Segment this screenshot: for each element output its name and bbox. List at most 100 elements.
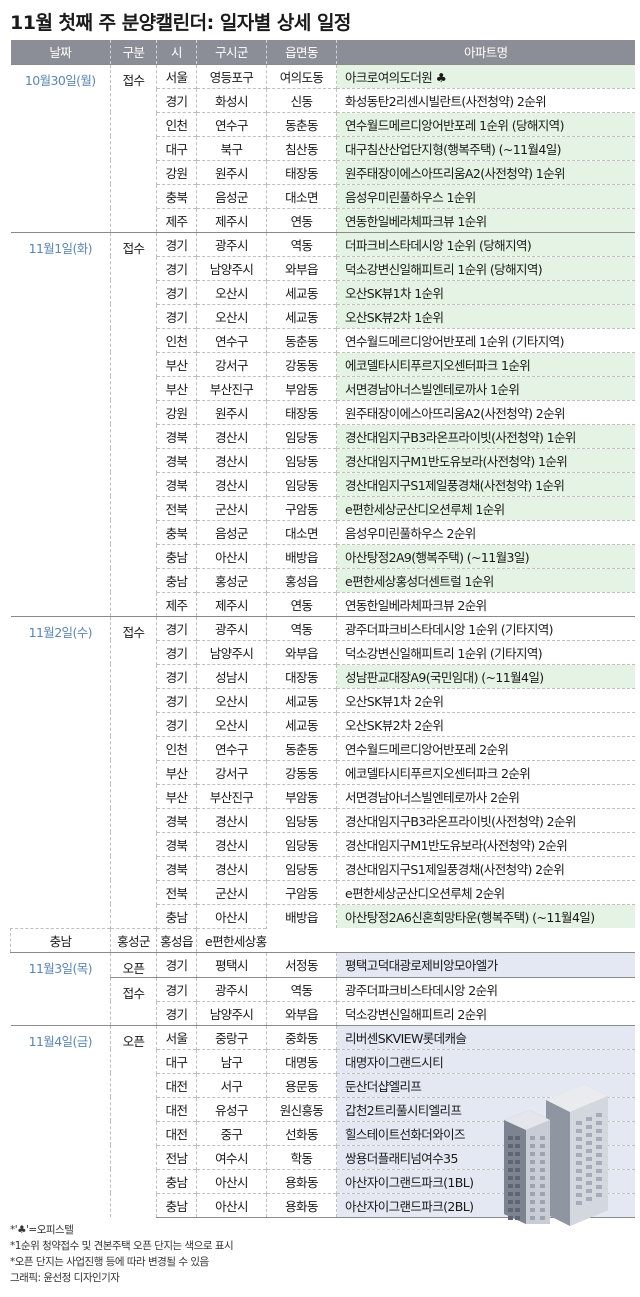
window bbox=[540, 1144, 545, 1148]
apartment-cell: 경산대임지구M1반도유보라(사전청약) 1순위 bbox=[336, 447, 635, 472]
city-cell: 원주시 bbox=[196, 399, 267, 424]
town-cell: 연동 bbox=[266, 591, 337, 616]
town-cell: 대소면 bbox=[266, 519, 337, 544]
window bbox=[530, 1184, 535, 1188]
town-cell: 학동 bbox=[266, 1144, 337, 1169]
window bbox=[596, 1185, 602, 1189]
type-cell: 접수 bbox=[110, 615, 157, 928]
type-cell: 오픈 bbox=[110, 951, 157, 977]
city-cell: 군산시 bbox=[196, 495, 267, 520]
window bbox=[530, 1200, 535, 1204]
date-cell: 11월3일(목) bbox=[10, 951, 111, 1025]
city-cell: 경산시 bbox=[196, 471, 267, 496]
town-cell: 용화동 bbox=[266, 1192, 337, 1218]
town-cell: 태장동 bbox=[266, 159, 337, 184]
province-cell: 강원 bbox=[156, 399, 197, 424]
window bbox=[515, 1168, 520, 1172]
province-cell: 경북 bbox=[156, 855, 197, 880]
city-cell: 오산시 bbox=[196, 279, 267, 304]
town-cell: 역동 bbox=[266, 615, 337, 640]
window bbox=[576, 1121, 582, 1125]
apartment-cell: 덕소강변신일해피트리 2순위 bbox=[336, 1000, 635, 1025]
province-cell: 대구 bbox=[156, 135, 197, 160]
city-cell: 홍성군 bbox=[196, 567, 267, 592]
window bbox=[576, 1161, 582, 1165]
apartment-cell: 아산탕정2A9(행복주택) (~11월3일) bbox=[336, 543, 635, 568]
window bbox=[596, 1113, 602, 1117]
date-cell: 11월4일(금) bbox=[10, 1024, 111, 1217]
province-cell: 경기 bbox=[156, 687, 197, 712]
town-cell: 용화동 bbox=[266, 1168, 337, 1193]
province-cell: 전북 bbox=[156, 495, 197, 520]
city-cell: 군산시 bbox=[196, 879, 267, 904]
city-cell: 원주시 bbox=[196, 159, 267, 184]
province-cell: 서울 bbox=[156, 63, 197, 88]
apartment-cell: 화성동탄2리센시빌란트(사전청약) 2순위 bbox=[336, 87, 635, 112]
city-cell: 오산시 bbox=[196, 303, 267, 328]
town-cell: 대장동 bbox=[266, 663, 337, 688]
window bbox=[515, 1160, 520, 1164]
window bbox=[508, 1136, 513, 1140]
apartment-cell: 오산SK뷰1차 1순위 bbox=[336, 279, 635, 304]
header-apartment: 아파트명 bbox=[336, 40, 635, 64]
town-cell: 신동 bbox=[266, 87, 337, 112]
town-cell: 강동동 bbox=[266, 351, 337, 376]
apartment-cell: 대구침산산업단지형(행복주택) (~11월4일) bbox=[336, 135, 635, 160]
province-cell: 충북 bbox=[156, 183, 197, 208]
apartment-cell: 연수월드메르디앙어반포레 1순위 (기타지역) bbox=[336, 327, 635, 352]
window bbox=[596, 1169, 602, 1173]
window bbox=[596, 1161, 602, 1165]
city-cell: 제주시 bbox=[196, 591, 267, 616]
apartment-cell: 덕소강변신일해피트리 1순위 (당해지역) bbox=[336, 255, 635, 280]
window bbox=[586, 1165, 592, 1169]
apartment-cell: e편한세상홍성더센트럴 1순위 bbox=[336, 567, 635, 592]
window bbox=[596, 1145, 602, 1149]
apartment-cell: 광주더파크비스타데시앙 1순위 (기타지역) bbox=[336, 615, 635, 640]
city-cell: 남양주시 bbox=[196, 1000, 267, 1025]
header-type: 구분 bbox=[110, 40, 157, 64]
apartment-cell: 연동한일베라체파크뷰 2순위 bbox=[336, 591, 635, 616]
window bbox=[508, 1184, 513, 1188]
window bbox=[508, 1160, 513, 1164]
city-cell: 강서구 bbox=[196, 351, 267, 376]
window bbox=[508, 1176, 513, 1180]
city-cell: 음성군 bbox=[196, 183, 267, 208]
town-cell: 구암동 bbox=[266, 495, 337, 520]
window bbox=[515, 1184, 520, 1188]
apartment-cell: 성남판교대장A9(국민임대) (~11월4일) bbox=[336, 663, 635, 688]
apartment-cell: 더파크비스타데시앙 1순위 (당해지역) bbox=[336, 231, 635, 256]
city-cell: 북구 bbox=[196, 135, 267, 160]
town-cell: 여의도동 bbox=[266, 63, 337, 88]
building-front bbox=[504, 1110, 550, 1224]
window bbox=[576, 1201, 582, 1205]
window bbox=[508, 1192, 513, 1196]
apartment-cell: 에코델타시티푸르지오센터파크 1순위 bbox=[336, 351, 635, 376]
window bbox=[586, 1117, 592, 1121]
window bbox=[586, 1189, 592, 1193]
table-row: 11월4일(금) 오픈 서울 중랑구 중화동 리버센SKVIEW롯데캐슬 bbox=[10, 1024, 635, 1217]
header-date: 날짜 bbox=[10, 40, 111, 64]
window bbox=[540, 1192, 545, 1196]
page-title: 11월 첫째 주 분양캘린더: 일자별 상세 일정 bbox=[10, 12, 351, 34]
type-cell: 오픈 bbox=[110, 1024, 157, 1217]
province-cell: 대전 bbox=[156, 1120, 197, 1145]
town-cell: 침산동 bbox=[266, 135, 337, 160]
province-cell: 경기 bbox=[156, 1000, 197, 1025]
town-cell: 강동동 bbox=[266, 759, 337, 784]
town-cell: 와부읍 bbox=[266, 639, 337, 664]
town-cell: 동춘동 bbox=[266, 111, 337, 136]
window bbox=[515, 1192, 520, 1196]
window bbox=[596, 1193, 602, 1197]
apartment-cell: 아산탕정2A6신혼희망타운(행복주택) (~11월4일) bbox=[336, 903, 635, 928]
schedule-body: 10월30일(월) 접수 서울 영등포구 여의도동 아크로여의도더원 ♣ 경기 화성시 신동 화성… bbox=[10, 63, 635, 1218]
window bbox=[540, 1184, 545, 1188]
city-cell: 아산시 bbox=[196, 1168, 267, 1193]
date-cell: 10월30일(월) bbox=[10, 63, 111, 232]
apartment-cell: 연수월드메르디앙어반포레 1순위 (당해지역) bbox=[336, 111, 635, 136]
province-cell: 부산 bbox=[156, 375, 197, 400]
window bbox=[540, 1136, 545, 1140]
city-cell: 광주시 bbox=[196, 976, 267, 1001]
province-cell: 경기 bbox=[156, 976, 197, 1001]
window bbox=[515, 1200, 520, 1204]
date-cell: 11월2일(수) bbox=[10, 615, 111, 928]
